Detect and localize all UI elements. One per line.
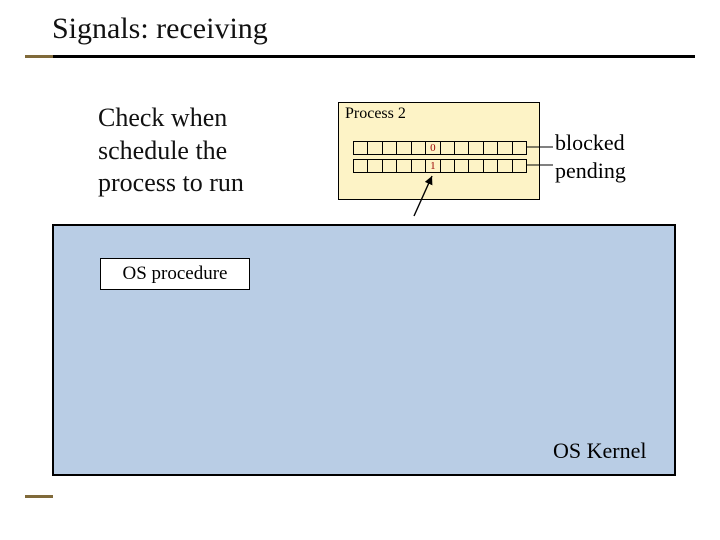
- bit-cell: [396, 141, 410, 155]
- bit-cell: [468, 141, 482, 155]
- bit-cell: [497, 159, 511, 173]
- title-accent: [25, 55, 53, 58]
- bit-cell: [454, 141, 468, 155]
- check-line-3: process to run: [98, 168, 244, 197]
- bit-cell: [411, 141, 425, 155]
- check-line-2: schedule the: [98, 136, 227, 165]
- os-procedure-box: OS procedure: [100, 258, 250, 290]
- bit-cell: 1: [425, 159, 439, 173]
- pending-bitfield: 1: [353, 159, 527, 173]
- bit-cell: 0: [425, 141, 439, 155]
- bit-cell: [382, 159, 396, 173]
- bit-cell: [497, 141, 511, 155]
- os-kernel-label: OS Kernel: [553, 438, 646, 464]
- bit-cell: [440, 159, 454, 173]
- bit-cell: [411, 159, 425, 173]
- bit-cell: [512, 159, 527, 173]
- bit-cell: [396, 159, 410, 173]
- title-underline: [25, 55, 695, 58]
- bit-cell: [468, 159, 482, 173]
- footer-accent: [25, 495, 53, 498]
- bit-cell: [483, 159, 497, 173]
- bit-cell: [353, 141, 367, 155]
- process2-title: Process 2: [345, 105, 406, 123]
- check-line-1: Check when: [98, 103, 227, 132]
- bit-cell: [382, 141, 396, 155]
- bit-cell: [353, 159, 367, 173]
- pending-label: pending: [555, 158, 626, 184]
- blocked-label: blocked: [555, 130, 625, 156]
- process2-box: Process 2 0 1: [338, 102, 540, 200]
- slide-title: Signals: receiving: [52, 12, 268, 46]
- bit-cell: [483, 141, 497, 155]
- bit-cell: [454, 159, 468, 173]
- bit-cell: [440, 141, 454, 155]
- blocked-bitfield: 0: [353, 141, 527, 155]
- bit-cell: [367, 141, 381, 155]
- bit-cell: [367, 159, 381, 173]
- bit-cell: [512, 141, 527, 155]
- scheduler-check-text: Check when schedule the process to run: [98, 102, 244, 200]
